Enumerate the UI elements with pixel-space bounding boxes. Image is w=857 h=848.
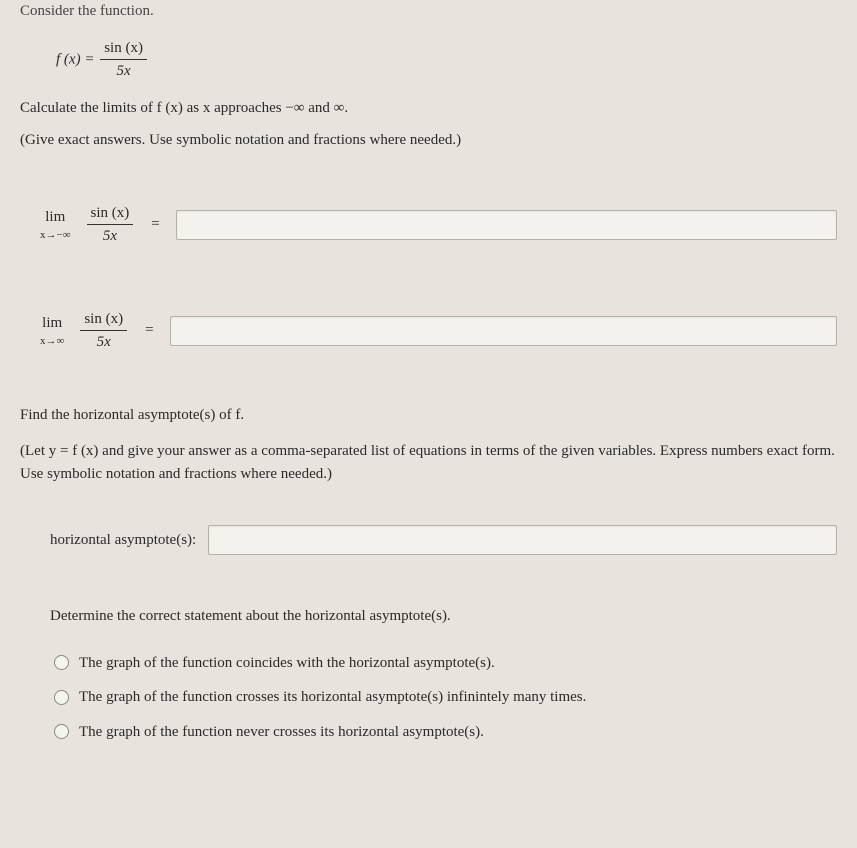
radio-icon[interactable] [54,655,69,670]
lim-frac-2: sin (x) 5x [80,308,127,354]
function-definition: f (x) = sin (x) 5x [56,37,837,83]
limit-row-pos-inf: lim x→∞ sin (x) 5x = [40,308,837,354]
option-row-0[interactable]: The graph of the function coincides with… [54,652,837,675]
lim-neg-inf: lim x→−∞ [40,206,71,243]
option-label: The graph of the function never crosses … [79,721,484,744]
options-group: The graph of the function coincides with… [54,652,837,744]
equals-sign-2: = [145,319,153,342]
ha-instructions: (Let y = f (x) and give your answer as a… [20,440,837,485]
calc-prompt: Calculate the limits of f (x) as x appro… [20,97,837,120]
radio-icon[interactable] [54,690,69,705]
limit-neg-inf-input[interactable] [176,210,837,240]
option-row-2[interactable]: The graph of the function never crosses … [54,721,837,744]
limit-row-neg-inf: lim x→−∞ sin (x) 5x = [40,202,837,248]
lim-frac-1: sin (x) 5x [87,202,134,248]
option-label: The graph of the function crosses its ho… [79,686,586,709]
ha-input[interactable] [208,525,837,555]
limit-pos-inf-input[interactable] [170,316,837,346]
find-ha-prompt: Find the horizontal asymptote(s) of f. [20,404,837,427]
frac-num: sin (x) [100,37,147,61]
option-row-1[interactable]: The graph of the function crosses its ho… [54,686,837,709]
give-prompt: (Give exact answers. Use symbolic notati… [20,129,837,152]
lim-pos-inf: lim x→∞ [40,312,64,349]
radio-icon[interactable] [54,724,69,739]
ha-answer-row: horizontal asymptote(s): [50,525,837,555]
option-label: The graph of the function coincides with… [79,652,495,675]
func-lhs: f (x) = [56,51,98,67]
determine-prompt: Determine the correct statement about th… [50,605,837,628]
intro-text: Consider the function. [20,0,837,23]
equals-sign: = [151,213,159,236]
ha-label: horizontal asymptote(s): [50,529,196,552]
frac-den: 5x [100,60,147,83]
